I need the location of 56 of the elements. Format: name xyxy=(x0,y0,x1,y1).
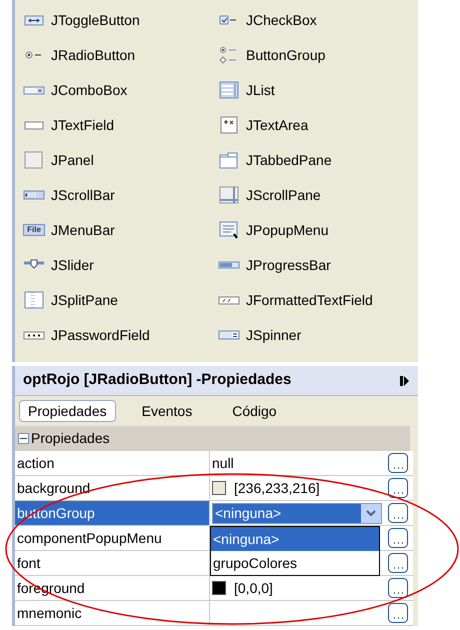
palette-item[interactable]: JPasswordField xyxy=(23,323,218,347)
palette-item[interactable]: JComboBox xyxy=(23,78,218,102)
collapse-icon[interactable] xyxy=(18,433,29,444)
tab[interactable]: Propiedades xyxy=(19,400,116,422)
panel-icon xyxy=(23,151,45,169)
ellipsis-button[interactable] xyxy=(388,528,408,548)
tabbed-pane-icon xyxy=(218,151,240,169)
property-value: [236,233,216] xyxy=(234,478,320,498)
panel-title: optRojo [JRadioButton] -Propiedades xyxy=(23,370,292,390)
value-cell[interactable]: null xyxy=(210,451,382,476)
value-cell[interactable] xyxy=(210,601,382,626)
property-value: [0,0,0] xyxy=(234,578,273,598)
popup-menu-icon xyxy=(218,221,240,239)
ellipsis-button[interactable] xyxy=(388,578,408,598)
palette-item[interactable]: JTextField xyxy=(23,113,218,137)
property-name[interactable]: mnemonic xyxy=(15,601,210,626)
section-label: Propiedades xyxy=(31,429,110,448)
text-area-icon xyxy=(218,116,240,134)
palette-item[interactable]: JFormattedTextField xyxy=(218,288,418,312)
ellipsis-button[interactable] xyxy=(388,603,408,623)
scroll-pane-icon xyxy=(218,186,240,204)
palette-item[interactable]: JScrollPane xyxy=(218,183,418,207)
value-cell[interactable]: [236,233,216] xyxy=(210,476,382,501)
ellipsis-button[interactable] xyxy=(388,553,408,573)
property-value: null xyxy=(212,454,234,472)
dropdown-option[interactable]: <ninguna> xyxy=(211,527,379,551)
palette-item[interactable]: JSplitPane xyxy=(23,288,218,312)
property-name[interactable]: background xyxy=(15,476,210,501)
palette-item[interactable]: JCheckBox xyxy=(218,8,418,32)
palette-item[interactable]: JRadioButton xyxy=(23,43,218,67)
menu-bar-icon: File xyxy=(23,224,45,236)
list-icon xyxy=(218,81,240,99)
section-header[interactable]: Propiedades xyxy=(15,426,410,451)
palette-item[interactable]: JScrollBar xyxy=(23,183,218,207)
split-pane-icon xyxy=(23,291,45,309)
property-name[interactable]: action xyxy=(15,451,210,476)
palette-item[interactable]: JProgressBar xyxy=(218,253,418,277)
palette-item[interactable]: JList xyxy=(218,78,418,102)
palette-item[interactable]: JSlider xyxy=(23,253,218,277)
palette-item[interactable]: File JMenuBar xyxy=(23,218,218,242)
tab[interactable]: Código xyxy=(218,400,291,422)
property-name[interactable]: font xyxy=(15,551,210,576)
palette-item[interactable]: JPanel xyxy=(23,148,218,172)
ellipsis-button[interactable] xyxy=(388,453,408,473)
ellipsis-button[interactable] xyxy=(388,478,408,498)
value-cell[interactable]: [0,0,0] xyxy=(210,576,382,601)
palette-item[interactable]: JPopupMenu xyxy=(218,218,418,242)
palette-item[interactable]: JTabbedPane xyxy=(218,148,418,172)
palette-item[interactable]: ButtonGroup xyxy=(218,43,418,67)
ellipsis-button[interactable] xyxy=(388,503,408,523)
palette-item[interactable]: JToggleButton xyxy=(23,8,218,32)
tab[interactable]: Eventos xyxy=(128,400,206,422)
palette-item[interactable]: JSpinner xyxy=(218,323,418,347)
palette-item[interactable]: JTextArea xyxy=(218,113,418,137)
property-name[interactable]: componentPopupMenu xyxy=(15,526,210,551)
panel-toggle-icon[interactable] xyxy=(400,374,410,386)
